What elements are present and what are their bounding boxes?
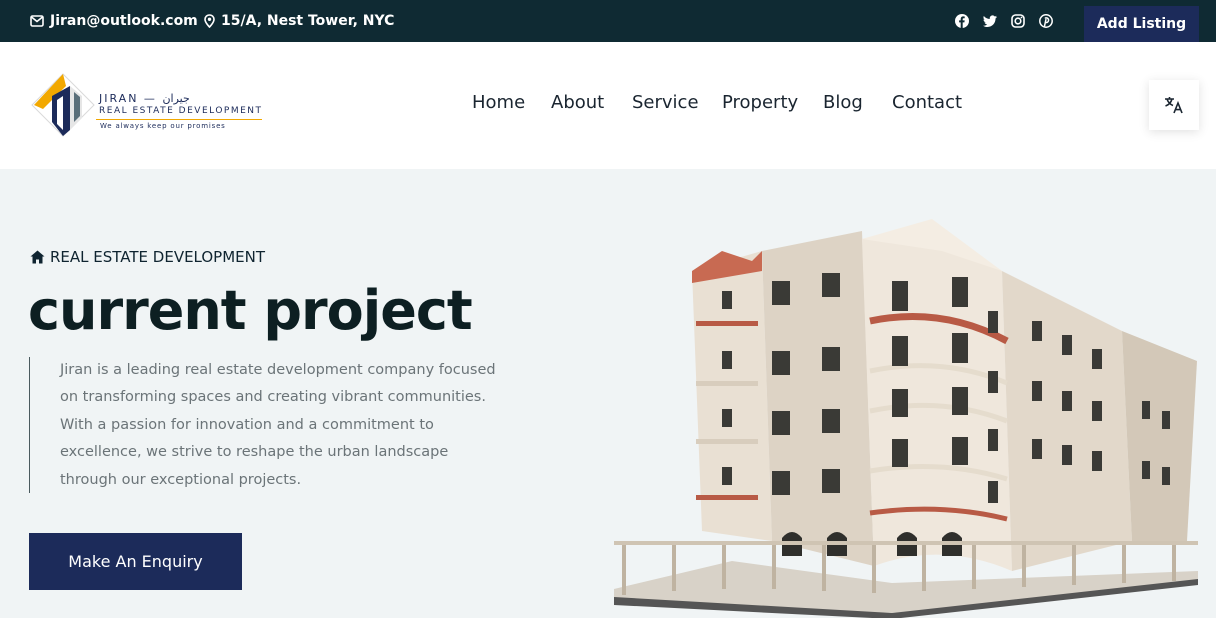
main-header: JIRAN — جيران REAL ESTATE DEVELOPMENT We… <box>0 42 1216 169</box>
nav-blog[interactable]: Blog <box>823 92 863 120</box>
language-button[interactable] <box>1149 80 1199 130</box>
hero-title: current project <box>28 279 473 342</box>
top-bar: Jiran@outlook.com 15/A, Nest Tower, NYC <box>0 0 1216 42</box>
nav-property[interactable]: Property <box>722 92 798 120</box>
location-pin-icon <box>204 14 215 28</box>
contact-email[interactable]: Jiran@outlook.com <box>30 0 198 42</box>
contact-address: 15/A, Nest Tower, NYC <box>204 0 394 42</box>
logo-divider <box>96 119 262 120</box>
nav-contact[interactable]: Contact <box>892 92 962 120</box>
instagram-icon[interactable] <box>1011 14 1025 28</box>
logo-title: JIRAN — جيران <box>99 92 190 105</box>
mail-icon <box>30 15 44 27</box>
eyebrow-text: REAL ESTATE DEVELOPMENT <box>50 248 266 266</box>
facebook-icon[interactable] <box>955 14 969 28</box>
translate-icon <box>1165 97 1183 114</box>
home-icon <box>30 250 45 264</box>
hero-description: Jiran is a leading real estate developme… <box>60 362 496 488</box>
nav-home[interactable]: Home <box>472 92 525 120</box>
logo-mark-icon <box>31 73 95 137</box>
company-logo[interactable]: JIRAN — جيران REAL ESTATE DEVELOPMENT We… <box>30 72 270 138</box>
hero-section: REAL ESTATE DEVELOPMENT current project … <box>0 169 1216 618</box>
logo-tagline: We always keep our promises <box>100 122 226 130</box>
nav-about[interactable]: About <box>551 92 604 120</box>
building-image <box>614 219 1198 618</box>
add-listing-button[interactable]: Add Listing <box>1084 6 1199 42</box>
pinterest-icon[interactable] <box>1039 14 1053 28</box>
make-enquiry-button[interactable]: Make An Enquiry <box>29 533 242 590</box>
hero-eyebrow: REAL ESTATE DEVELOPMENT <box>30 248 265 266</box>
nav-service[interactable]: Service <box>632 92 699 120</box>
address-text: 15/A, Nest Tower, NYC <box>221 13 395 29</box>
logo-subtitle: REAL ESTATE DEVELOPMENT <box>99 106 263 116</box>
hero-description-block: Jiran is a leading real estate developme… <box>29 357 499 493</box>
email-text: Jiran@outlook.com <box>50 13 198 29</box>
twitter-icon[interactable] <box>983 14 997 28</box>
